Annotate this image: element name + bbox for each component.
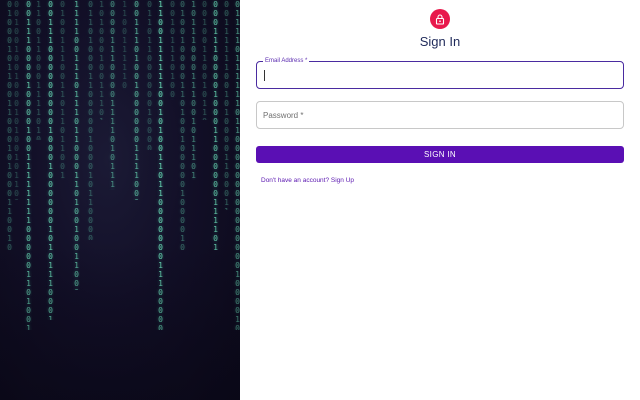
binary-column: 0010010010001010010110000: [12, 0, 20, 200]
binary-column: 11001111100: [120, 0, 128, 90]
binary-column: 1100111111001010011011000000011100000000…: [156, 0, 164, 330]
binary-column: 0011101001000000111100000: [132, 0, 140, 200]
binary-column: 0001110000100011000000111101110: [211, 0, 219, 250]
password-field[interactable]: [256, 101, 624, 129]
binary-column: 101000100111011: [97, 0, 105, 120]
sign-in-button[interactable]: SIGN IN: [256, 146, 624, 163]
lock-avatar: [430, 9, 450, 29]
binary-column: 1011100011100101110100: [189, 0, 197, 180]
binary-column: 111100111011101100011010010011000101: [72, 0, 80, 290]
binary-column: 11001100011110100: [34, 0, 42, 140]
lock-icon: [435, 13, 445, 25]
binary-column: 0011100000000010001000000101011100010000: [46, 0, 54, 320]
binary-column: 00111111001010000110001110: [222, 0, 230, 210]
sign-up-link[interactable]: Don't have an account? Sign Up: [261, 177, 354, 184]
text-caret: [264, 70, 265, 81]
binary-column: 011011000000100001: [145, 0, 153, 150]
binary-column: 001011101001: [168, 0, 176, 100]
page-title: Sign In: [419, 34, 461, 49]
binary-column: 0100111001101101100111: [58, 0, 66, 180]
password-input[interactable]: [263, 102, 617, 128]
binary-column: 011010001100000100010110000001: [86, 0, 94, 240]
email-field[interactable]: Email Address *: [256, 57, 624, 89]
binary-column: 0111101111110110000000000000001000010101…: [233, 0, 240, 330]
binary-column: 0100100001101001000001000010101: [178, 0, 186, 250]
binary-column: 0011100001000010011111111000001101001001…: [24, 0, 32, 330]
binary-column: 00001110000111101011100: [108, 0, 116, 190]
binary-rain-background: 0100010110011000101000110010011001001001…: [0, 0, 240, 400]
binary-column: 001001100101101: [200, 0, 208, 120]
email-input[interactable]: [263, 62, 617, 88]
